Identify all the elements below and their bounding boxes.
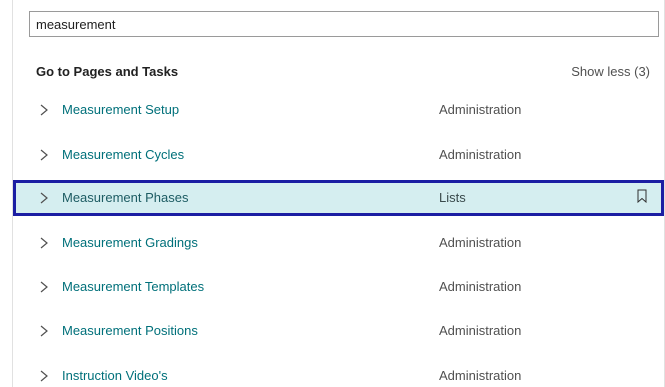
section-title: Go to Pages and Tasks <box>36 64 179 79</box>
chevron-right-icon[interactable] <box>39 281 49 293</box>
search-input[interactable] <box>29 11 659 37</box>
result-category: Administration <box>439 368 522 383</box>
result-row[interactable]: Measurement Positions Administration <box>13 313 664 349</box>
result-category: Administration <box>439 147 522 162</box>
chevron-right-icon[interactable] <box>39 192 49 204</box>
result-name[interactable]: Measurement Cycles <box>62 147 184 162</box>
result-row[interactable]: Instruction Video's Administration <box>13 358 664 387</box>
result-row[interactable]: Measurement Gradings Administration <box>13 225 664 261</box>
chevron-right-icon[interactable] <box>39 370 49 382</box>
chevron-right-icon[interactable] <box>39 237 49 249</box>
result-name[interactable]: Measurement Templates <box>62 279 204 294</box>
result-category: Lists <box>439 190 466 205</box>
result-name[interactable]: Measurement Gradings <box>62 235 198 250</box>
search-results-panel: Go to Pages and Tasks Show less (3) Meas… <box>12 0 665 387</box>
show-less-link[interactable]: Show less (3) <box>571 64 650 79</box>
result-name[interactable]: Measurement Phases <box>62 190 188 205</box>
result-name[interactable]: Measurement Setup <box>62 102 179 117</box>
result-category: Administration <box>439 235 522 250</box>
result-row[interactable]: Measurement Setup Administration <box>13 92 664 128</box>
result-name[interactable]: Measurement Positions <box>62 323 198 338</box>
result-category: Administration <box>439 279 522 294</box>
result-row[interactable]: Measurement Templates Administration <box>13 269 664 305</box>
result-category: Administration <box>439 102 522 117</box>
chevron-right-icon[interactable] <box>39 104 49 116</box>
chevron-right-icon[interactable] <box>39 325 49 337</box>
result-category: Administration <box>439 323 522 338</box>
result-name[interactable]: Instruction Video's <box>62 368 168 383</box>
chevron-right-icon[interactable] <box>39 149 49 161</box>
result-row[interactable]: Measurement Cycles Administration <box>13 137 664 173</box>
bookmark-icon[interactable] <box>637 189 647 203</box>
result-row-selected[interactable]: Measurement Phases Lists <box>13 180 664 216</box>
